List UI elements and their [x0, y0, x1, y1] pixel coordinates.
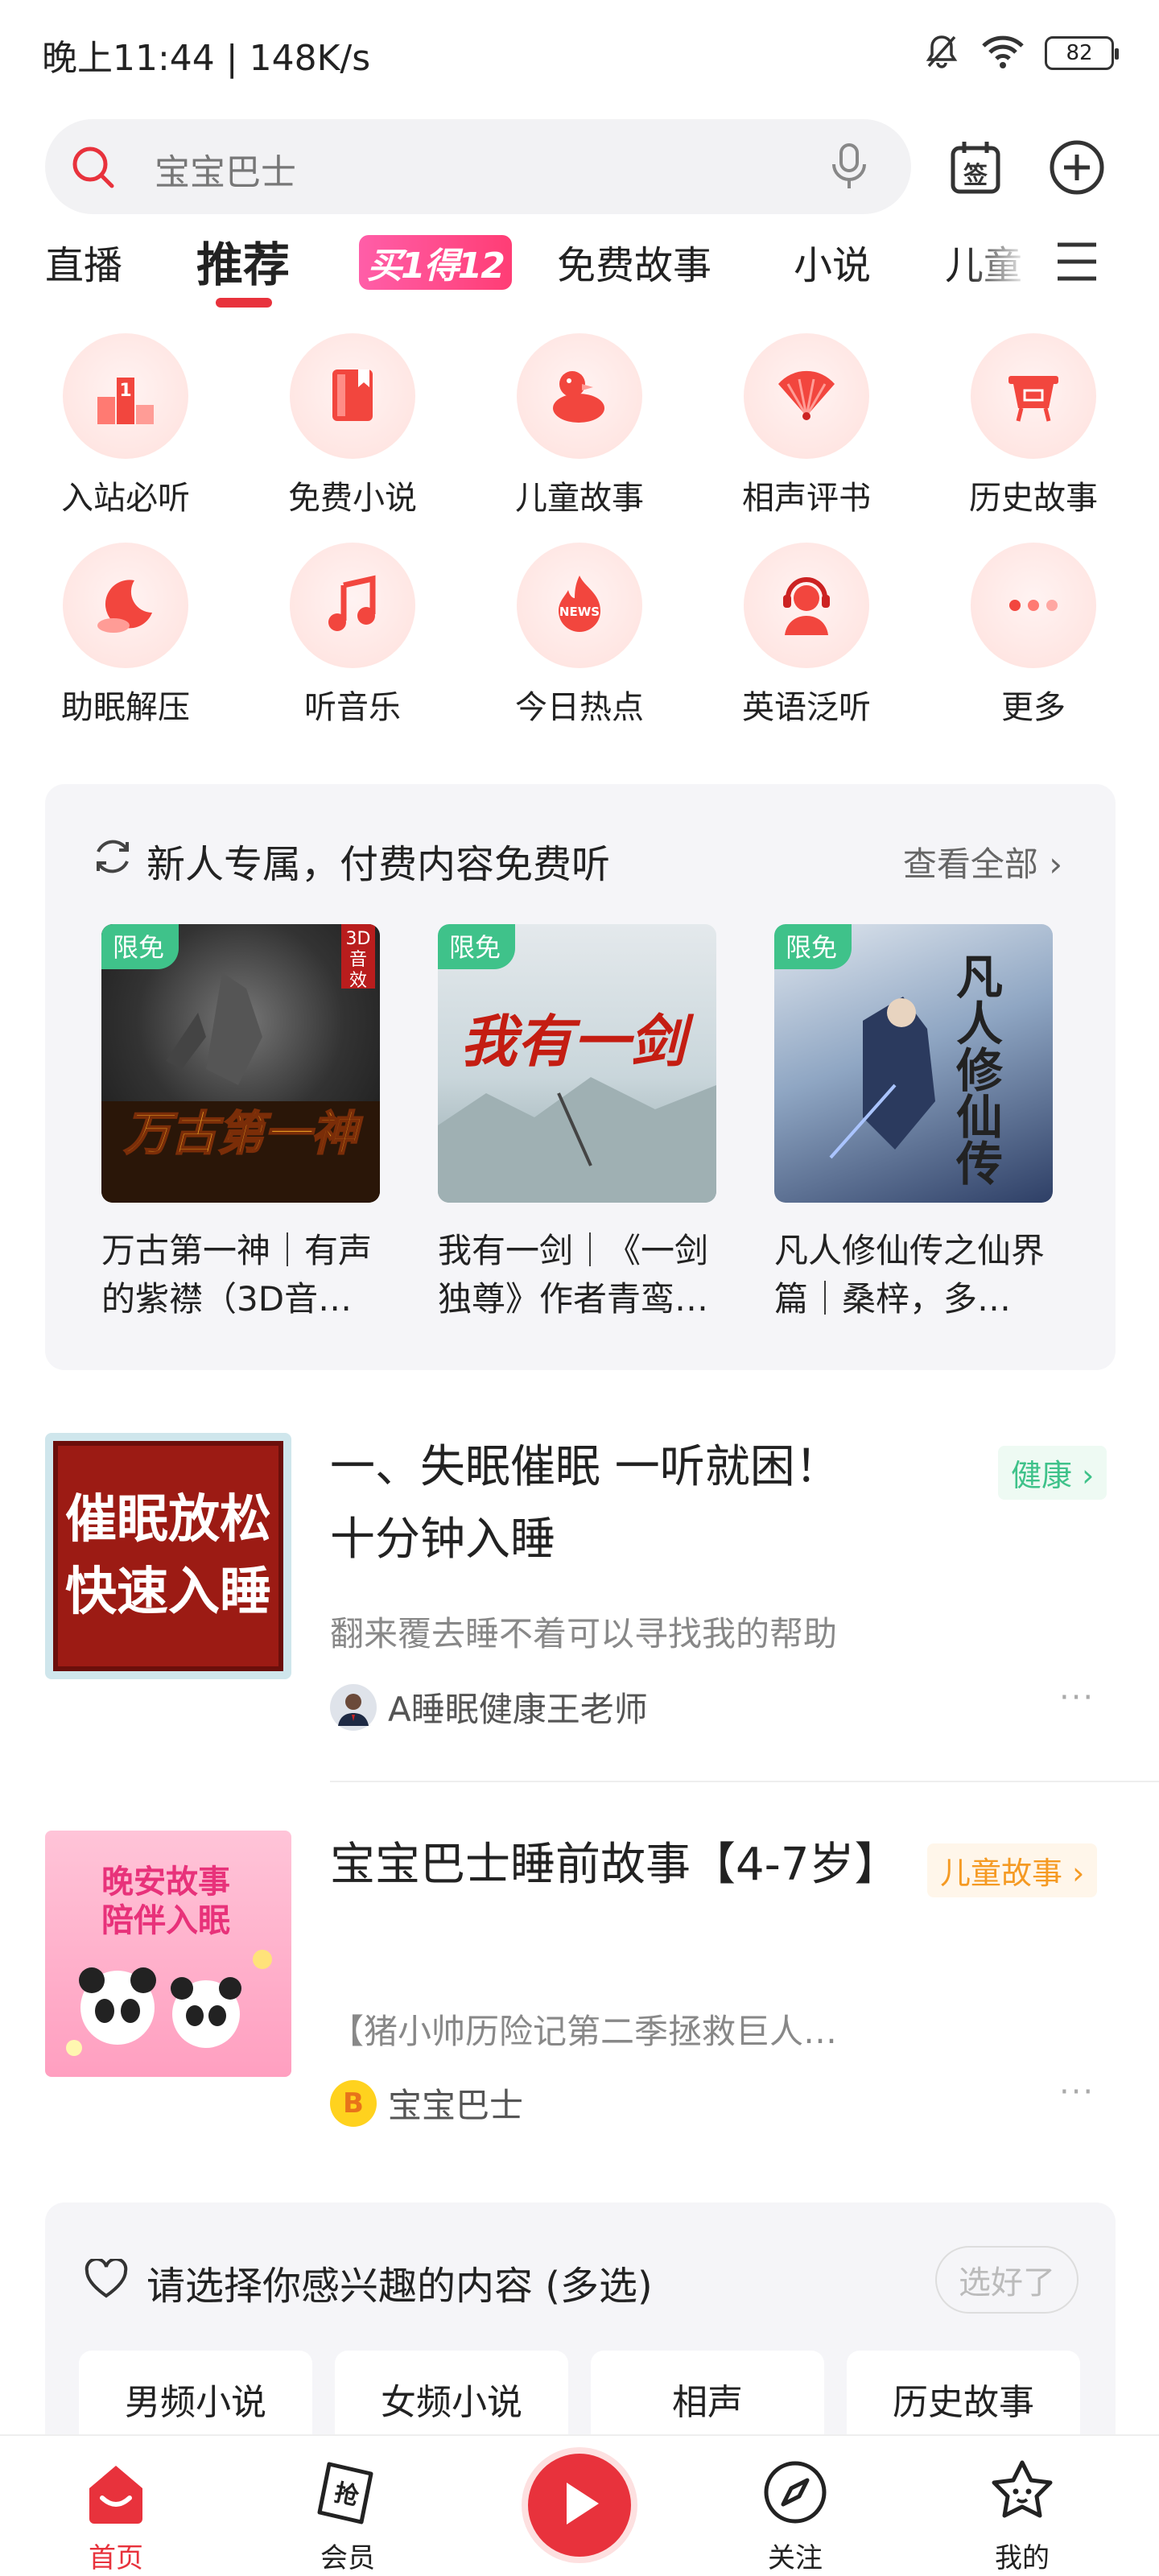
feed-description: 翻来覆去睡不着可以寻找我的帮助 [330, 1614, 838, 1653]
battery-indicator: 82 [1045, 36, 1119, 70]
quick-entry-must-listen[interactable]: 1 入站必听 [29, 333, 222, 526]
heart-icon [84, 2257, 129, 2302]
tab-promo-buy1get12[interactable]: 买1得12 [359, 235, 512, 290]
news-flame-icon: NEWS [517, 543, 642, 668]
health-category-tag[interactable]: 健康 › [998, 1446, 1107, 1500]
interest-chip[interactable]: 相声 [591, 2351, 824, 2447]
podium-icon: 1 [63, 333, 188, 459]
category-tabs: 直播 推荐 买1得12 免费故事 小说 儿童 [0, 224, 1159, 320]
limited-free-badge: 限免 [774, 924, 852, 969]
refresh-icon [90, 834, 135, 882]
feed-title[interactable]: 宝宝巴士睡前故事【4-7岁】 [330, 1829, 899, 1901]
quick-entry-music[interactable]: 听音乐 [256, 543, 449, 736]
book-title: 我有一剑｜《一剑独尊》作者青鸾… [438, 1231, 709, 1319]
interest-title: 请选择你感兴趣的内容 (多选) [146, 2264, 653, 2309]
avatar: B [330, 2079, 377, 2127]
add-circle-icon[interactable] [1045, 135, 1109, 200]
limited-free-badge: 限免 [438, 924, 516, 969]
divider [330, 1781, 1159, 1782]
play-icon [555, 2478, 604, 2533]
book-cover: 我有一剑 限免 [438, 924, 716, 1203]
nav-vip[interactable]: 抢 会员 [267, 2436, 428, 2576]
quick-entry-more[interactable]: 更多 [937, 543, 1130, 736]
quick-entry-kids-stories[interactable]: 儿童故事 [483, 333, 676, 526]
fan-icon [744, 333, 869, 459]
book-card[interactable]: 万古第一神 3D 音效 限免 万古第一神｜有声的紫襟（3D音… [101, 924, 380, 1323]
feed-author[interactable]: B 宝宝巴士 [330, 2079, 523, 2128]
svg-text:我有一剑: 我有一剑 [460, 1008, 695, 1075]
svg-text:签: 签 [963, 162, 988, 190]
quick-entry-english[interactable]: 英语泛听 [710, 543, 903, 736]
feed-description: 【猪小帅历险记第二季拯救巨人… [330, 2012, 838, 2051]
book-cover: 万古第一神 3D 音效 限免 [101, 924, 380, 1203]
microphone-icon[interactable] [829, 142, 869, 195]
search-icon [69, 143, 118, 195]
quick-entry-history[interactable]: 历史故事 [937, 333, 1130, 526]
interest-chip[interactable]: 男频小说 [79, 2351, 312, 2447]
tab-live[interactable]: 直播 [45, 233, 122, 290]
vip-ticket-icon: 抢 [311, 2455, 385, 2529]
interest-chip[interactable]: 女频小说 [335, 2351, 568, 2447]
status-time: 晚上11:44 | 148K/s [42, 38, 371, 79]
book-card[interactable]: 凡人修仙传 限免 凡人修仙传之仙界篇｜桑梓，多… [774, 924, 1053, 1323]
tab-free-stories[interactable]: 免费故事 [557, 233, 711, 290]
feed-cover[interactable]: 催眠放松 快速入睡 [45, 1433, 291, 1679]
headset-person-icon [744, 543, 869, 668]
book-title: 凡人修仙传之仙界篇｜桑梓，多… [774, 1231, 1046, 1319]
duck-icon [517, 333, 642, 459]
menu-lines-icon[interactable] [1053, 233, 1101, 293]
more-dots-icon [971, 543, 1096, 668]
svg-text:万古第一神: 万古第一神 [123, 1106, 363, 1161]
more-options-icon[interactable]: ··· [1059, 1679, 1095, 1716]
nav-home[interactable]: 首页 [35, 2436, 196, 2576]
mute-icon [922, 32, 961, 74]
search-input[interactable]: 宝宝巴士 [155, 143, 296, 195]
music-note-icon [290, 543, 415, 668]
nav-follow[interactable]: 关注 [715, 2436, 876, 2576]
feed-cover[interactable]: 晚安故事 陪伴入眠 [45, 1831, 291, 2077]
limited-free-badge: 限免 [101, 924, 179, 969]
compass-icon [758, 2455, 832, 2529]
tab-recommend[interactable]: 推荐 [196, 227, 290, 295]
tab-novels[interactable]: 小说 [794, 233, 871, 290]
feed-title[interactable]: 一、失眠催眠 一听就困！十分钟入睡 [330, 1431, 877, 1576]
view-all-link[interactable]: 查看全部 › [903, 837, 1062, 886]
avatar [330, 1683, 377, 1731]
tab-active-indicator [216, 298, 272, 308]
more-options-icon[interactable]: ··· [1059, 2074, 1095, 2111]
book-card[interactable]: 我有一剑 限免 我有一剑｜《一剑独尊》作者青鸾… [438, 924, 716, 1323]
kids-category-tag[interactable]: 儿童故事 › [927, 1843, 1098, 1897]
feed-author[interactable]: A睡眠健康王老师 [330, 1682, 648, 1732]
quick-entry-sleep[interactable]: 助眠解压 [29, 543, 222, 736]
done-selecting-button[interactable]: 选好了 [935, 2246, 1079, 2314]
search-bar[interactable]: 宝宝巴士 [45, 119, 911, 214]
checkin-calendar-icon[interactable]: 签 [943, 135, 1008, 200]
quick-entry-hot-news[interactable]: NEWS 今日热点 [483, 543, 676, 736]
home-icon [79, 2455, 153, 2529]
svg-text:NEWS: NEWS [559, 605, 600, 619]
play-button[interactable] [522, 2447, 637, 2563]
moon-icon [63, 543, 188, 668]
status-bar: 晚上11:44 | 148K/s 82 [0, 0, 1159, 97]
interest-chip[interactable]: 历史故事 [847, 2351, 1080, 2447]
new-user-title: 新人专属，付费内容免费听 [146, 842, 611, 887]
quick-entry-crosstalk[interactable]: 相声评书 [710, 333, 903, 526]
wifi-icon [980, 33, 1025, 73]
profile-star-icon [985, 2455, 1059, 2529]
book-cover: 凡人修仙传 限免 [774, 924, 1053, 1203]
svg-text:1: 1 [119, 381, 131, 401]
cauldron-icon [971, 333, 1096, 459]
book-icon [290, 333, 415, 459]
quick-entry-free-novels[interactable]: 免费小说 [256, 333, 449, 526]
svg-text:抢: 抢 [332, 2479, 362, 2512]
book-title: 万古第一神｜有声的紫襟（3D音… [101, 1231, 373, 1319]
nav-mine[interactable]: 我的 [942, 2436, 1103, 2576]
svg-text:凡人修仙传: 凡人修仙传 [948, 952, 1004, 1186]
